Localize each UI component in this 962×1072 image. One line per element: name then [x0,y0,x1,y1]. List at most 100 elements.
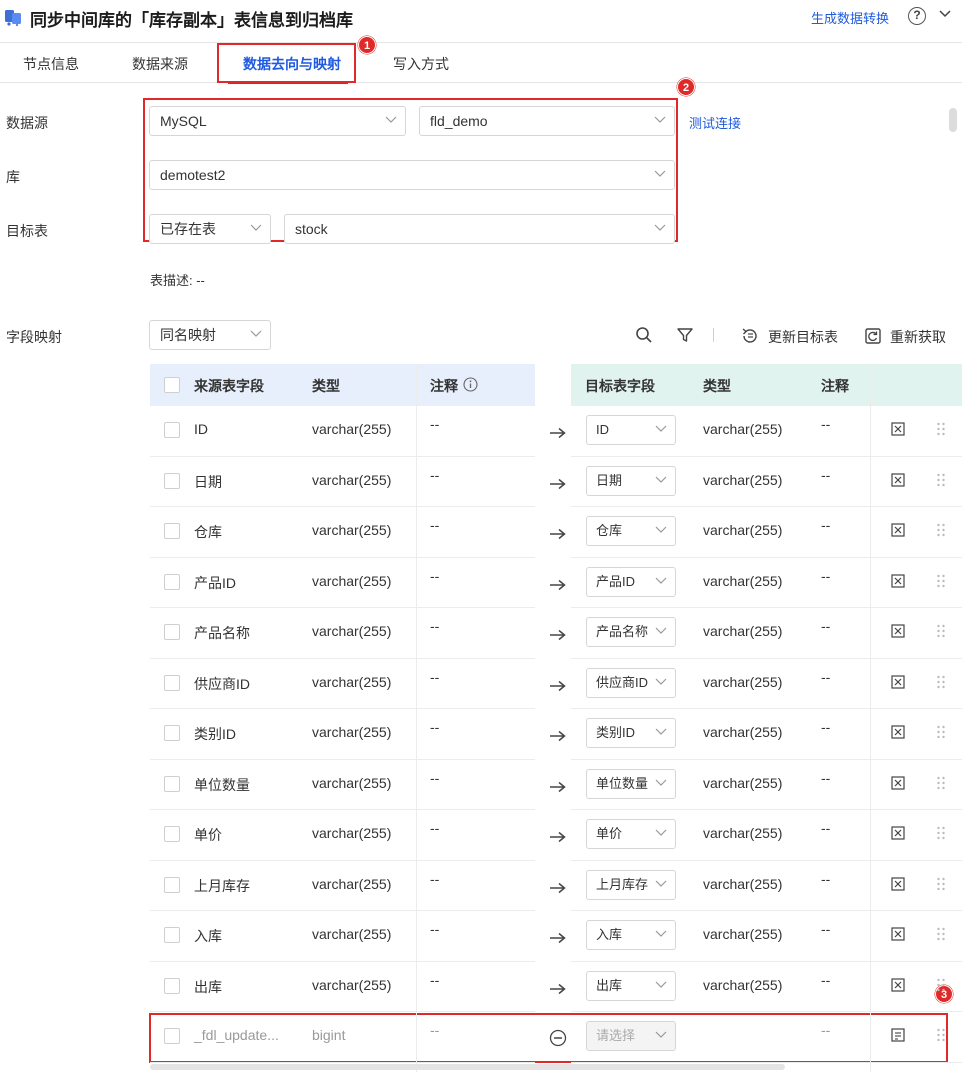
chevron-down-icon [655,728,667,735]
drag-handle-icon[interactable] [936,522,946,538]
horizontal-scrollbar[interactable] [150,1064,785,1070]
database-select[interactable]: demotest2 [149,160,675,190]
vertical-scrollbar[interactable] [949,108,957,132]
filter-icon[interactable] [676,326,694,344]
row-checkbox[interactable] [164,1028,180,1044]
delete-field-icon[interactable] [890,674,906,690]
chevron-down-icon [655,577,667,584]
datasource-type-select[interactable]: MySQL [149,106,406,136]
drag-handle-icon[interactable] [936,674,946,690]
delete-field-icon[interactable] [890,623,906,639]
target-field-select[interactable]: 单位数量 [586,768,676,799]
source-field-name: 仓库 [194,524,222,540]
unmapped-icon[interactable] [549,1029,567,1047]
delete-field-icon[interactable] [890,876,906,892]
delete-field-icon[interactable] [890,825,906,841]
update-target-table-button[interactable]: 更新目标表 [768,327,838,347]
delete-field-icon[interactable] [890,977,906,993]
target-field-select[interactable]: 上月库存 [586,869,676,900]
target-field-type: varchar(255) [703,976,783,993]
search-icon[interactable] [635,326,653,344]
target-field-comment: -- [821,1022,831,1038]
drag-handle-icon[interactable] [936,876,946,892]
target-table-body: ID varchar(255) -- 日期 varchar(255) -- 仓库 varcha… [571,406,962,1063]
target-field-select[interactable]: 产品ID [586,566,676,597]
target-field-comment: -- [821,820,831,836]
target-field-type: varchar(255) [703,673,783,690]
delete-field-icon[interactable] [890,775,906,791]
add-field-icon[interactable] [890,1027,906,1043]
target-field-comment: -- [821,921,831,937]
row-checkbox[interactable] [164,927,180,943]
target-table-select[interactable]: stock [284,214,675,244]
target-field-select[interactable]: 出库 [586,970,676,1001]
drag-handle-icon[interactable] [936,825,946,841]
target-field-select[interactable]: 仓库 [586,516,676,546]
delete-field-icon[interactable] [890,573,906,589]
arrow-right-icon [550,680,566,691]
target-field-select[interactable]: 类别ID [586,718,676,748]
row-checkbox[interactable] [164,472,180,489]
target-row: 日期 varchar(255) -- [571,457,962,507]
datasource-type-value: MySQL [160,113,207,129]
row-checkbox[interactable] [164,826,180,842]
source-field-comment: -- [430,618,440,634]
drag-handle-icon[interactable] [936,623,946,639]
row-checkbox[interactable] [164,523,180,539]
mapping-mode-select[interactable]: 同名映射 [149,320,271,350]
arrow-right-icon [550,983,566,994]
select-all-checkbox[interactable] [164,377,180,393]
row-checkbox[interactable] [164,876,180,893]
target-field-select[interactable]: 供应商ID [586,667,676,698]
drag-handle-icon[interactable] [936,472,946,488]
drag-handle-icon[interactable] [936,926,946,942]
row-checkbox[interactable] [164,725,180,741]
datasource-connection-select[interactable]: fld_demo [419,106,675,136]
target-table-value: stock [295,221,328,237]
target-field-select[interactable]: 入库 [586,920,676,950]
row-checkbox[interactable] [164,977,180,994]
row-checkbox[interactable] [164,624,180,640]
target-field-select[interactable]: ID [586,415,676,445]
drag-handle-icon[interactable] [936,977,946,993]
row-checkbox[interactable] [164,422,180,438]
delete-field-icon[interactable] [890,421,906,437]
delete-field-icon[interactable] [890,522,906,538]
tab-node-info[interactable]: 节点信息 [23,54,79,74]
drag-handle-icon[interactable] [936,573,946,589]
tab-write-mode[interactable]: 写入方式 [393,54,449,74]
delete-field-icon[interactable] [890,724,906,740]
drag-handle-icon[interactable] [936,1027,946,1043]
generate-transform-link[interactable]: 生成数据转换 [811,8,889,27]
target-field-select[interactable]: 请选择 [586,1021,676,1051]
target-field-select[interactable]: 产品名称 [586,617,676,647]
delete-field-icon[interactable] [890,472,906,488]
target-field-select[interactable]: 日期 [586,465,676,496]
target-mode-select[interactable]: 已存在表 [149,214,271,244]
target-field-select[interactable]: 单价 [586,819,676,849]
target-row: 上月库存 varchar(255) -- [571,861,962,911]
refresh-list-icon[interactable] [741,327,759,345]
row-checkbox[interactable] [164,775,180,792]
tab-data-source[interactable]: 数据来源 [132,54,188,74]
arrow-right-icon [550,932,566,944]
target-row: ID varchar(255) -- [571,406,962,457]
drag-handle-icon[interactable] [936,724,946,740]
delete-field-icon[interactable] [890,926,906,942]
target-field-header: 目标表字段 [585,378,655,394]
reload-icon[interactable] [864,327,882,345]
target-field-value: 日期 [596,472,623,488]
test-connection-link[interactable]: 测试连接 [689,113,741,132]
drag-handle-icon[interactable] [936,775,946,791]
info-icon[interactable] [463,377,478,392]
arrow-right-icon [550,831,566,843]
row-checkbox[interactable] [164,674,180,691]
drag-handle-icon[interactable] [936,421,946,437]
source-row: 产品ID varchar(255) -- [150,558,535,608]
chevron-down-icon [250,224,262,231]
help-icon[interactable]: ? [908,7,926,25]
source-row: 仓库 varchar(255) -- [150,507,535,558]
reload-button[interactable]: 重新获取 [890,327,946,347]
chevron-down-icon[interactable] [938,7,952,21]
row-checkbox[interactable] [164,573,180,590]
